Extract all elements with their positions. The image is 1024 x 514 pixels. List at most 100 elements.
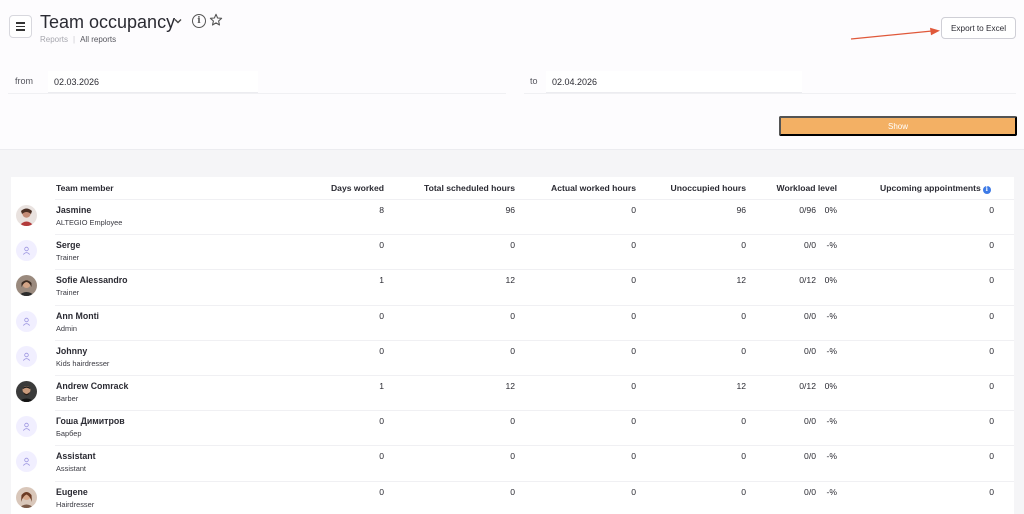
cell-workload-pct: -% <box>826 345 837 356</box>
cell-days: 0 <box>379 486 384 497</box>
breadcrumb-reports[interactable]: Reports <box>40 35 68 44</box>
table-row[interactable]: Assistant Assistant 0 0 0 0 0/0 -% 0 <box>11 445 1014 480</box>
cell-workload-hours: 0/0 <box>804 416 816 427</box>
table-row[interactable]: Sofie Alessandro Trainer 1 12 0 12 0/12 0% 0 <box>11 269 1014 304</box>
cell-scheduled: 96 <box>505 205 515 215</box>
cell-days: 0 <box>379 345 384 356</box>
cell-workload-hours: 0/0 <box>804 486 816 497</box>
member-role: Trainer <box>56 288 80 298</box>
avatar <box>16 205 37 226</box>
member-name[interactable]: Sofie Alessandro <box>56 275 128 285</box>
cell-unoccupied: 0 <box>741 240 746 251</box>
avatar <box>16 486 37 508</box>
cell-actual: 0 <box>631 240 636 251</box>
member-role: Trainer <box>56 253 80 263</box>
cell-days: 0 <box>379 310 384 321</box>
table-row[interactable]: Andrew Comrack Barber 1 12 0 12 0/12 0% 0 <box>11 375 1014 410</box>
cell-unoccupied: 0 <box>741 345 746 356</box>
table-row[interactable]: Serge Trainer 0 0 0 0 0/0 -% 0 <box>11 234 1014 269</box>
cell-unoccupied: 0 <box>741 486 746 497</box>
cell-days: 1 <box>379 275 384 286</box>
cell-workload-hours: 0/12 <box>799 381 816 391</box>
cell-workload-pct: -% <box>826 240 837 251</box>
cell-actual: 0 <box>631 275 636 286</box>
cell-days: 0 <box>379 416 384 427</box>
table-row[interactable]: Ann Monti Admin 0 0 0 0 0/0 -% 0 <box>11 304 1014 340</box>
member-name[interactable]: Ann Monti <box>56 311 99 321</box>
cell-workload-hours: 0/96 <box>799 205 816 215</box>
cell-upcoming: 0 <box>989 381 994 391</box>
member-role: Hairdresser <box>56 499 95 509</box>
cell-scheduled: 12 <box>505 275 515 286</box>
cell-unoccupied: 0 <box>741 310 746 321</box>
cell-scheduled: 0 <box>510 310 515 321</box>
cell-scheduled: 0 <box>510 240 515 251</box>
member-role: Kids hairdresser <box>56 358 110 368</box>
user-icon <box>16 451 37 473</box>
member-role: Assistant <box>56 464 86 474</box>
user-icon <box>16 240 37 262</box>
cell-actual: 0 <box>631 381 636 391</box>
column-actual-worked-hours: Actual worked hours <box>551 183 636 193</box>
avatar <box>16 381 37 402</box>
cell-actual: 0 <box>631 345 636 356</box>
user-icon <box>16 416 37 438</box>
cell-upcoming: 0 <box>989 416 994 427</box>
info-icon[interactable]: i <box>982 186 991 194</box>
show-button[interactable]: Show <box>779 116 1017 136</box>
member-name[interactable]: Гоша Димитров <box>56 416 125 426</box>
cell-workload-pct: -% <box>826 451 837 462</box>
column-team-member: Team member <box>56 183 114 193</box>
member-role: Admin <box>56 323 77 333</box>
cell-upcoming: 0 <box>989 205 994 215</box>
cell-scheduled: 0 <box>510 345 515 356</box>
cell-unoccupied: 0 <box>741 451 746 462</box>
table-header: Team member Days worked Total scheduled … <box>11 177 1014 199</box>
export-to-excel-button[interactable]: Export to Excel <box>941 17 1016 39</box>
member-name[interactable]: Eugene <box>56 487 88 497</box>
cell-workload-hours: 0/0 <box>804 240 816 251</box>
member-name[interactable]: Assistant <box>56 451 96 461</box>
cell-workload-hours: 0/0 <box>804 310 816 321</box>
report-header-panel: Team occupancy i Reports | All reports Exp… <box>0 0 1024 150</box>
cell-workload-pct: 0% <box>824 275 837 286</box>
member-role: ALTEGIO Employee <box>56 218 123 227</box>
column-upcoming-appointments: Upcoming appointments i <box>880 183 991 194</box>
cell-scheduled: 12 <box>505 381 515 391</box>
arrow-icon <box>850 27 940 40</box>
member-name[interactable]: Jasmine <box>56 205 91 215</box>
cell-workload-hours: 0/0 <box>804 345 816 356</box>
member-name[interactable]: Serge <box>56 240 80 250</box>
star-icon[interactable] <box>209 13 223 27</box>
info-icon[interactable]: i <box>192 14 206 28</box>
cell-actual: 0 <box>631 416 636 427</box>
cell-workload-hours: 0/0 <box>804 451 816 462</box>
user-icon <box>16 345 37 367</box>
avatar <box>16 275 37 297</box>
page-title: Team occupancy <box>40 12 176 32</box>
cell-workload-pct: -% <box>826 310 837 321</box>
chevron-down-icon[interactable] <box>173 16 183 26</box>
cell-upcoming: 0 <box>989 451 994 462</box>
cell-actual: 0 <box>631 205 636 215</box>
cell-workload-pct: 0% <box>824 205 837 215</box>
cell-scheduled: 0 <box>510 486 515 497</box>
breadcrumb-all-reports[interactable]: All reports <box>80 35 116 44</box>
menu-button[interactable] <box>9 15 32 38</box>
cell-upcoming: 0 <box>989 240 994 251</box>
column-workload-level: Workload level <box>776 183 838 193</box>
member-name[interactable]: Johnny <box>56 346 87 356</box>
cell-days: 1 <box>379 381 384 391</box>
table-row[interactable]: Гоша Димитров Барбер 0 0 0 0 0/0 -% 0 <box>11 410 1014 445</box>
table-row[interactable]: Johnny Kids hairdresser 0 0 0 0 0/0 -% 0 <box>11 339 1014 375</box>
member-name[interactable]: Andrew Comrack <box>56 381 128 391</box>
hamburger-icon <box>16 22 25 24</box>
cell-workload-pct: -% <box>826 486 837 497</box>
cell-actual: 0 <box>631 451 636 462</box>
cell-scheduled: 0 <box>510 451 515 462</box>
cell-unoccupied: 0 <box>741 416 746 427</box>
cell-upcoming: 0 <box>989 345 994 356</box>
table-row[interactable]: Eugene Hairdresser 0 0 0 0 0/0 -% 0 <box>11 480 1014 514</box>
breadcrumb: Reports | All reports <box>40 35 117 44</box>
table-row[interactable]: Jasmine ALTEGIO Employee 8 96 0 96 0/96 0% 0 <box>11 199 1014 234</box>
